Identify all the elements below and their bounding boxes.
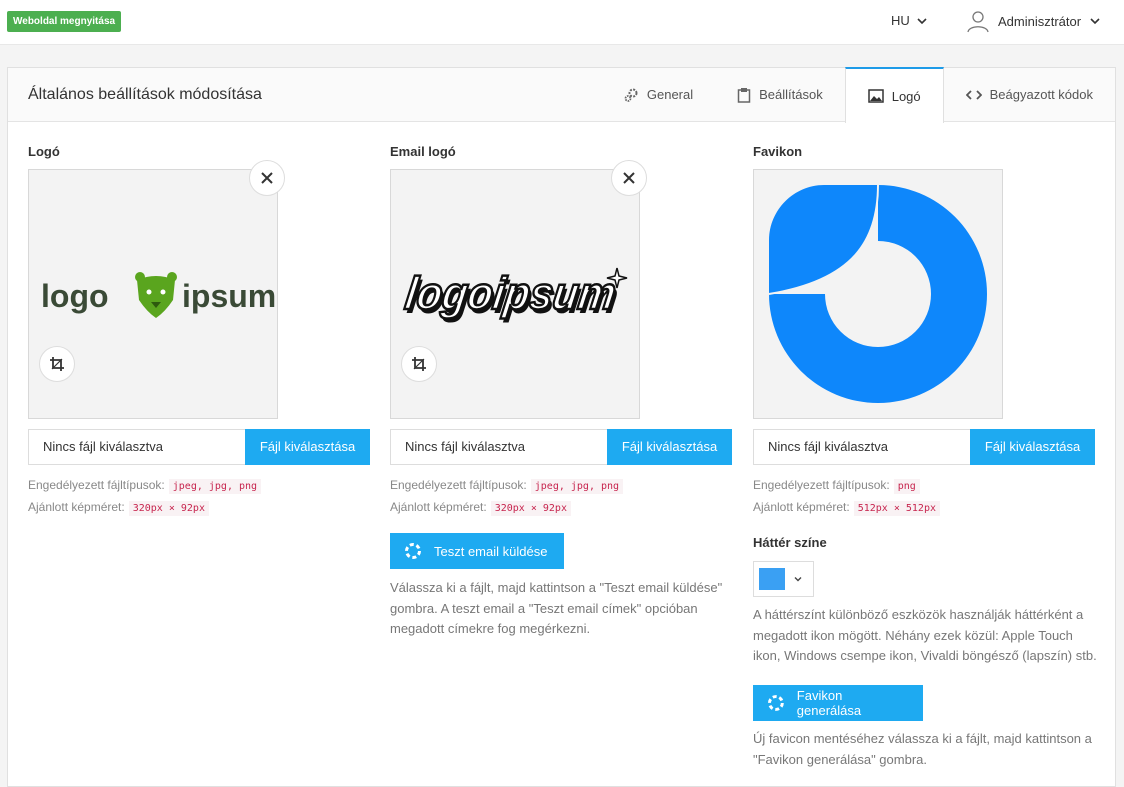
types-value: png xyxy=(893,479,920,494)
tab-label: Beágyazott kódok xyxy=(989,87,1093,102)
email-logo-preview: logoipsum logoipsum xyxy=(390,169,640,419)
chevron-down-icon xyxy=(794,577,802,582)
tab-label: Beállítások xyxy=(759,87,823,102)
size-label: Ajánlott képméret: xyxy=(390,500,487,514)
types-value: jpeg, jpg, png xyxy=(168,479,262,494)
spinner-icon xyxy=(767,695,784,711)
remove-logo-button[interactable] xyxy=(249,160,285,196)
logo-file-name[interactable]: Nincs fájl kiválasztva xyxy=(28,429,245,465)
clipboard-icon xyxy=(737,87,751,103)
logo-preview: logo ipsum xyxy=(28,169,278,419)
crop-logo-button[interactable] xyxy=(39,346,75,382)
send-test-email-label: Teszt email küldése xyxy=(434,543,548,559)
tab-embedded-codes[interactable]: Beágyazott kódok xyxy=(944,67,1115,122)
types-label: Engedélyezett fájltípusok: xyxy=(753,478,890,492)
size-label: Ajánlott képméret: xyxy=(753,500,850,514)
email-logo-file-info: Engedélyezett fájltípusok: jpeg, jpg, png… xyxy=(390,475,624,519)
close-icon xyxy=(261,172,273,184)
background-color-help: A háttérszínt különböző eszközök használ… xyxy=(753,607,1097,663)
tab-bar: General Beállítások Logó Beágyazott kódo… xyxy=(601,67,1115,123)
background-color-label: Háttér színe xyxy=(753,535,827,550)
chevron-down-icon xyxy=(1090,18,1100,25)
size-value: 320px × 92px xyxy=(128,501,209,516)
logo-file-info: Engedélyezett fájltípusok: jpeg, jpg, png… xyxy=(28,475,262,519)
favicon-image xyxy=(768,184,987,403)
size-value: 512px × 512px xyxy=(853,501,940,516)
email-logo-section: Email logó logoipsum logoipsum Nincs fáj… xyxy=(390,144,733,636)
language-selector[interactable]: HU xyxy=(891,13,928,28)
send-test-email-button[interactable]: Teszt email küldése xyxy=(390,533,564,569)
tab-label: General xyxy=(646,87,694,102)
crop-icon xyxy=(50,357,64,371)
favicon-file-picker[interactable]: Nincs fájl kiválasztva Fájl kiválasztása xyxy=(753,429,1095,465)
settings-panel: Általános beállítások módosítása General… xyxy=(7,67,1116,787)
page-title: Általános beállítások módosítása xyxy=(28,86,262,103)
user-icon xyxy=(967,11,989,33)
background-color-picker[interactable] xyxy=(753,561,814,597)
logo-choose-file-button[interactable]: Fájl kiválasztása xyxy=(245,429,370,465)
email-logo-label: Email logó xyxy=(390,144,456,159)
favicon-file-info: Engedélyezett fájltípusok: png Ajánlott k… xyxy=(753,475,940,519)
logo-image: logo ipsum xyxy=(41,272,276,318)
email-logo-file-name[interactable]: Nincs fájl kiválasztva xyxy=(390,429,607,465)
favicon-choose-file-button[interactable]: Fájl kiválasztása xyxy=(970,429,1095,465)
image-icon xyxy=(867,89,884,103)
tab-logo[interactable]: Logó xyxy=(844,67,944,123)
email-logo-image-text: logoipsum xyxy=(402,267,619,319)
open-website-button[interactable]: Weboldal megnyitása xyxy=(7,11,122,32)
chevron-down-icon xyxy=(917,17,927,24)
types-label: Engedélyezett fájltípusok: xyxy=(390,478,527,492)
favicon-label: Favikon xyxy=(753,144,803,159)
spinner-icon xyxy=(405,543,421,559)
size-value: 320px × 92px xyxy=(490,501,571,516)
crop-icon xyxy=(412,357,426,371)
favicon-file-name[interactable]: Nincs fájl kiválasztva xyxy=(753,429,970,465)
code-icon xyxy=(965,89,982,100)
close-icon xyxy=(623,172,635,184)
favicon-preview xyxy=(753,169,1003,419)
generate-favicon-help: Új favicon mentéséhez válassza ki a fájl… xyxy=(753,731,1092,767)
logo-image-text-right: ipsum xyxy=(182,278,276,314)
generate-favicon-label: Favikon generálása xyxy=(796,688,862,718)
logo-label: Logó xyxy=(28,144,60,159)
size-label: Ajánlott képméret: xyxy=(28,500,125,514)
panel-header: Általános beállítások módosítása General… xyxy=(8,67,1115,123)
email-logo-image: logoipsum logoipsum xyxy=(401,266,628,323)
color-swatch xyxy=(759,568,785,590)
tab-general[interactable]: General xyxy=(601,67,715,122)
email-logo-choose-file-button[interactable]: Fájl kiválasztása xyxy=(607,429,732,465)
logo-file-picker[interactable]: Nincs fájl kiválasztva Fájl kiválasztása xyxy=(28,429,370,465)
logo-section: Logó logo ipsum Nincs fájl kiválasztva F… xyxy=(28,144,371,516)
crop-email-logo-button[interactable] xyxy=(401,346,437,382)
favicon-section: Favikon Nincs fájl kiválasztva Fájl kivá… xyxy=(753,144,1097,767)
types-label: Engedélyezett fájltípusok: xyxy=(28,478,165,492)
logo-image-text-left: logo xyxy=(41,278,109,314)
types-value: jpeg, jpg, png xyxy=(530,479,624,494)
gears-icon xyxy=(624,88,638,102)
test-email-help: Válassza ki a fájlt, majd kattintson a "… xyxy=(390,580,723,636)
tab-label: Logó xyxy=(891,88,921,104)
email-logo-file-picker[interactable]: Nincs fájl kiválasztva Fájl kiválasztása xyxy=(390,429,732,465)
user-menu[interactable]: Adminisztrátor xyxy=(966,9,1101,33)
language-label: HU xyxy=(891,13,910,28)
remove-email-logo-button[interactable] xyxy=(611,160,647,196)
generate-favicon-button[interactable]: Favikon generálása xyxy=(753,685,923,721)
tab-settings[interactable]: Beállítások xyxy=(715,67,845,122)
top-bar: Weboldal megnyitása HU Adminisztrátor xyxy=(0,0,1124,45)
bear-head xyxy=(135,272,177,318)
user-name: Adminisztrátor xyxy=(998,13,1082,29)
